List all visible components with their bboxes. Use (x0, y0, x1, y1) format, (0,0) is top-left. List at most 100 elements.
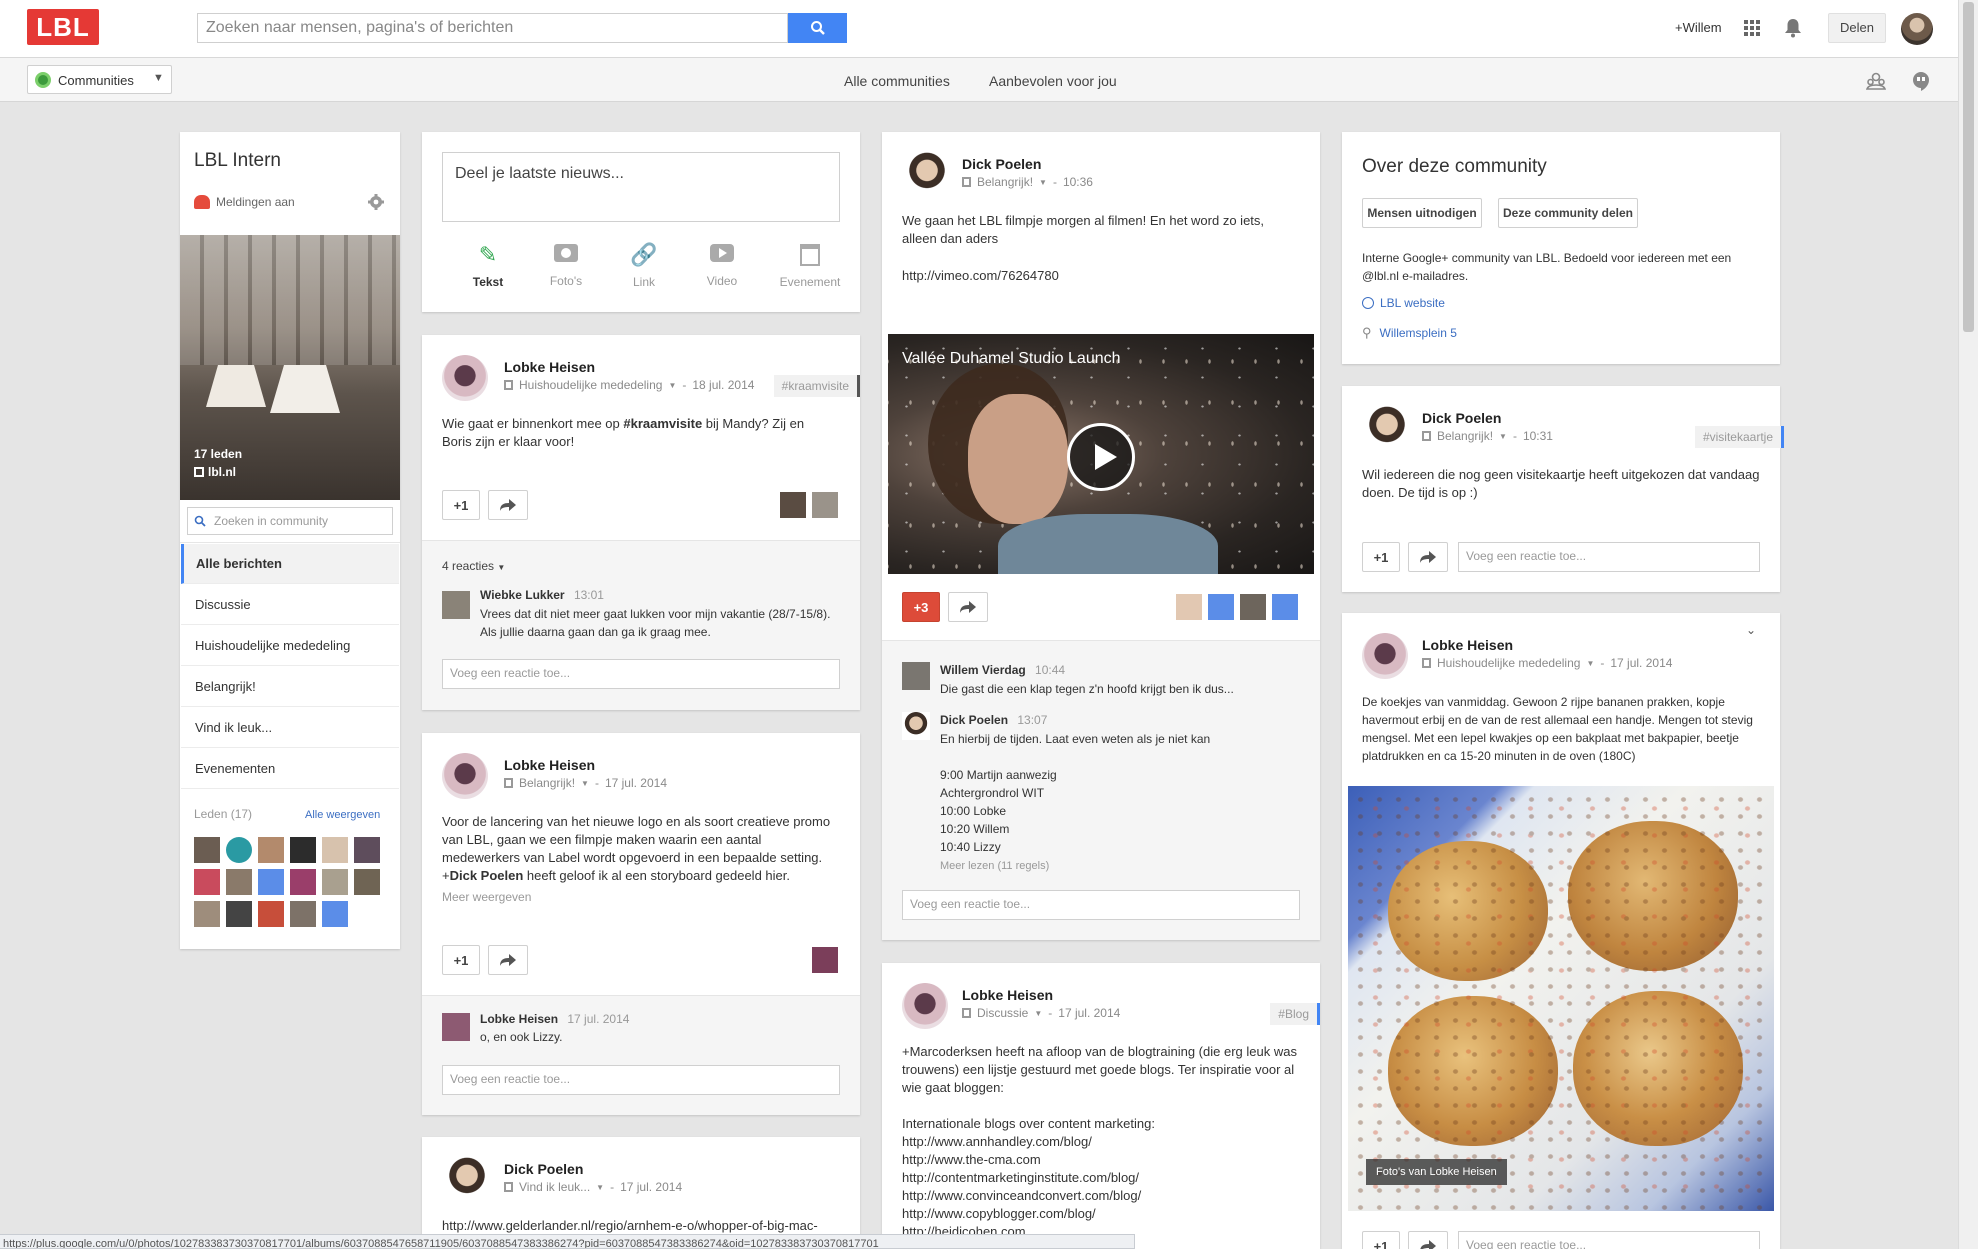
post-category[interactable]: Belangrijk! (977, 175, 1033, 189)
share-button[interactable]: Delen (1828, 13, 1886, 43)
read-more-link[interactable]: Meer lezen (11 regels) (940, 860, 1049, 872)
member-avatar[interactable] (322, 837, 348, 863)
community-members-icon[interactable] (1865, 71, 1887, 91)
member-avatar[interactable] (226, 901, 252, 927)
share-post-button[interactable] (1408, 1231, 1448, 1249)
comment-time[interactable]: 17 jul. 2014 (567, 1012, 629, 1026)
plus-one-button[interactable]: +1 (442, 945, 480, 975)
composer-type-photos[interactable]: Foto's (536, 244, 596, 288)
reactions-toggle[interactable]: 4 reacties ▼ (442, 559, 505, 573)
author-avatar[interactable] (446, 1157, 488, 1203)
mention-link[interactable]: Dick Poelen (450, 868, 524, 883)
comment-time[interactable]: 10:44 (1035, 663, 1065, 677)
author-avatar[interactable] (442, 355, 488, 401)
play-button[interactable] (1067, 423, 1135, 491)
post-author[interactable]: Lobke Heisen (504, 757, 595, 773)
hashtag-badge[interactable]: #kraamvisite (773, 375, 860, 397)
composer-type-text[interactable]: ✎ Tekst (458, 244, 518, 290)
plusser-avatar[interactable] (780, 492, 806, 518)
post-category[interactable]: Vind ik leuk... (519, 1180, 590, 1194)
commenter-avatar[interactable] (442, 1013, 470, 1041)
category-belangrijk[interactable]: Belangrijk! (181, 667, 399, 707)
tab-aanbevolen[interactable]: Aanbevolen voor jou (989, 73, 1117, 89)
chevron-down-icon[interactable]: ▼ (1034, 1009, 1042, 1018)
category-discussie[interactable]: Discussie (181, 585, 399, 625)
chevron-down-icon[interactable]: ▼ (668, 381, 676, 390)
reply-input[interactable]: Voeg een reactie toe... (902, 890, 1300, 920)
member-avatar[interactable] (226, 869, 252, 895)
author-avatar[interactable] (902, 983, 948, 1029)
plus-one-button[interactable]: +1 (1362, 1231, 1400, 1249)
post-options-chevron-icon[interactable]: ⌄ (1746, 623, 1756, 637)
share-post-button[interactable] (948, 592, 988, 622)
comment-author[interactable]: Wiebke Lukker (480, 588, 565, 602)
author-avatar[interactable] (442, 753, 488, 799)
member-avatar[interactable] (322, 901, 348, 927)
category-alle-berichten[interactable]: Alle berichten (181, 544, 399, 584)
post-category[interactable]: Huishoudelijke mededeling (519, 378, 662, 392)
hangouts-icon[interactable] (1912, 71, 1930, 91)
notifications-toggle[interactable]: Meldingen aan (194, 195, 295, 209)
post-date[interactable]: 17 jul. 2014 (1058, 1006, 1120, 1020)
post-link[interactable]: http://www.copyblogger.com/blog/ (902, 1205, 1307, 1223)
post-url[interactable]: http://vimeo.com/76264780 (902, 267, 1059, 285)
notifications-bell-icon[interactable] (1784, 18, 1802, 38)
member-avatar[interactable] (290, 837, 316, 863)
post-author[interactable]: Dick Poelen (962, 156, 1041, 172)
composer-type-video[interactable]: Video (692, 244, 752, 288)
photo-caption[interactable]: Foto's van Lobke Heisen (1366, 1159, 1507, 1185)
plusser-avatar[interactable] (812, 947, 838, 973)
post-link[interactable]: http://www.annhandley.com/blog/ (902, 1133, 1307, 1151)
member-avatar[interactable] (258, 901, 284, 927)
post-category[interactable]: Huishoudelijke mededeling (1437, 656, 1580, 670)
plusser-avatar[interactable] (1176, 594, 1202, 620)
chevron-down-icon[interactable]: ▼ (1039, 178, 1047, 187)
address-link[interactable]: ⚲ Willemsplein 5 (1362, 325, 1457, 341)
commenter-avatar[interactable] (902, 712, 930, 740)
member-avatar[interactable] (322, 869, 348, 895)
tab-alle-communities[interactable]: Alle communities (844, 73, 950, 89)
gear-icon[interactable] (368, 194, 384, 210)
commenter-avatar[interactable] (442, 591, 470, 619)
composer-type-link[interactable]: 🔗 Link (614, 244, 674, 290)
plusser-avatar[interactable] (1272, 594, 1298, 620)
reply-input[interactable]: Voeg een reactie toe... (442, 1065, 840, 1095)
comment-author[interactable]: Dick Poelen (940, 713, 1008, 727)
post-time[interactable]: 10:31 (1523, 429, 1553, 443)
post-link[interactable]: http://www.convinceandconvert.com/blog/ (902, 1187, 1307, 1205)
post-link[interactable]: http://contentmarketinginstitute.com/blo… (902, 1169, 1307, 1187)
reply-input[interactable]: Voeg een reactie toe... (442, 659, 840, 689)
post-date[interactable]: 18 jul. 2014 (692, 378, 754, 392)
plusser-avatar[interactable] (1208, 594, 1234, 620)
chevron-down-icon[interactable]: ▼ (1586, 659, 1594, 668)
post-date[interactable]: 17 jul. 2014 (620, 1180, 682, 1194)
user-link[interactable]: +Willem (1675, 20, 1722, 35)
post-author[interactable]: Dick Poelen (1422, 410, 1501, 426)
author-avatar[interactable] (1366, 406, 1408, 452)
reply-input[interactable]: Voeg een reactie toe... (1458, 1231, 1760, 1249)
all-members-link[interactable]: Alle weergeven (305, 809, 380, 821)
post-author[interactable]: Dick Poelen (504, 1161, 583, 1177)
hashtag-badge[interactable]: #visitekaartje (1694, 426, 1784, 448)
share-post-button[interactable] (1408, 542, 1448, 572)
post-date[interactable]: 17 jul. 2014 (1610, 656, 1672, 670)
community-cover-photo[interactable]: 17 leden lbl.nl (180, 235, 400, 500)
composer-type-event[interactable]: Evenement (770, 244, 850, 289)
post-category[interactable]: Discussie (977, 1006, 1028, 1020)
comment-time[interactable]: 13:01 (574, 588, 604, 602)
website-link[interactable]: LBL website (1362, 296, 1445, 310)
member-avatar[interactable] (354, 869, 380, 895)
show-more-link[interactable]: Meer weergeven (442, 890, 531, 904)
member-avatar[interactable] (258, 869, 284, 895)
video-player[interactable]: Vallée Duhamel Studio Launch (888, 334, 1314, 574)
reply-input[interactable]: Voeg een reactie toe... (1458, 542, 1760, 572)
author-avatar[interactable] (1362, 633, 1408, 679)
scrollbar-thumb[interactable] (1963, 2, 1974, 332)
post-author[interactable]: Lobke Heisen (504, 359, 595, 375)
plus-one-button[interactable]: +1 (1362, 542, 1400, 572)
share-post-button[interactable] (488, 490, 528, 520)
comment-author[interactable]: Willem Vierdag (940, 663, 1026, 677)
search-button[interactable] (788, 13, 847, 43)
commenter-avatar[interactable] (902, 662, 930, 690)
apps-grid-icon[interactable] (1744, 20, 1760, 36)
